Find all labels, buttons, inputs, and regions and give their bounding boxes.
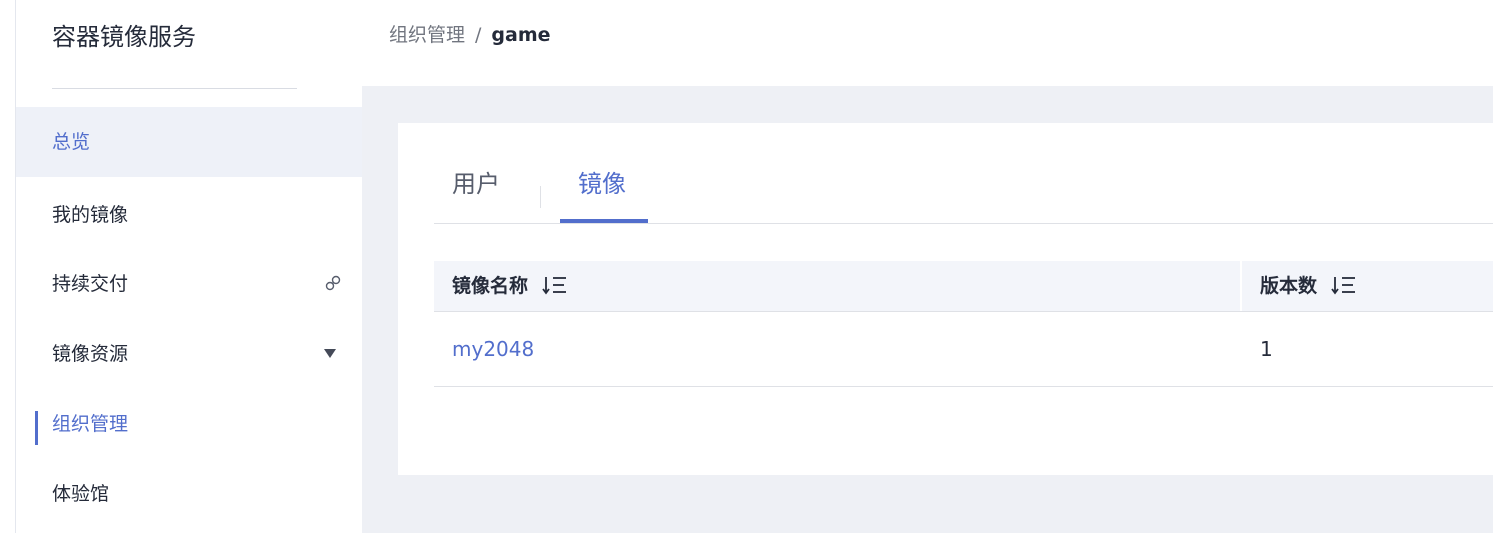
content-card: 用户 镜像 镜像名称 版本数 my2048 1 [398,123,1493,475]
images-table: 镜像名称 版本数 my2048 1 [434,261,1493,387]
main-content: 用户 镜像 镜像名称 版本数 my2048 1 [362,86,1493,533]
sidebar-item-label: 镜像资源 [52,343,129,365]
caret-down-icon[interactable] [324,349,336,358]
sidebar-title: 容器镜像服务 [52,23,196,51]
sidebar-item-label: 组织管理 [52,413,129,435]
sidebar: 容器镜像服务 总览 我的镜像 持续交付 镜像资源 组织管理 体验馆 [16,0,362,533]
sidebar-item-label: 总览 [52,131,91,153]
sidebar-item-label: 体验馆 [52,483,110,505]
column-header-label: 版本数 [1260,275,1318,297]
header: 组织管理 / game [362,0,1493,86]
link-icon [325,275,341,291]
sort-icon[interactable] [1331,274,1357,296]
sidebar-divider [52,88,297,89]
breadcrumb-separator: / [475,24,482,46]
active-indicator [35,411,38,445]
table-header: 镜像名称 版本数 [434,261,1493,312]
version-count-cell: 1 [1260,337,1273,361]
tab-bar: 用户 镜像 [434,159,1493,224]
tab-images[interactable]: 镜像 [578,159,626,223]
table-row: my2048 1 [434,312,1493,387]
breadcrumb: 组织管理 / game [389,20,551,50]
column-divider [1240,261,1242,311]
sidebar-item-overview[interactable]: 总览 [16,107,362,177]
sidebar-item-image-resources[interactable]: 镜像资源 [16,319,362,389]
sidebar-item-label: 我的镜像 [52,204,129,226]
sidebar-item-my-images[interactable]: 我的镜像 [16,180,362,250]
image-name-link[interactable]: my2048 [452,312,534,386]
column-header-image-name: 镜像名称 [452,261,568,311]
breadcrumb-current: game [491,24,551,46]
page: 容器镜像服务 总览 我的镜像 持续交付 镜像资源 组织管理 体验馆 组织管理 /… [0,0,1493,533]
sidebar-item-continuous-delivery[interactable]: 持续交付 [16,249,362,319]
sidebar-item-experience-hall[interactable]: 体验馆 [16,459,362,529]
sidebar-item-org-management[interactable]: 组织管理 [16,389,362,459]
column-header-label: 镜像名称 [452,275,529,297]
tab-users[interactable]: 用户 [452,159,500,223]
breadcrumb-parent-link[interactable]: 组织管理 [389,24,465,46]
active-tab-underline [560,219,648,223]
tab-separator [540,186,541,208]
sidebar-item-label: 持续交付 [52,273,129,295]
column-header-version-count: 版本数 [1260,261,1357,311]
sort-icon[interactable] [542,274,568,296]
